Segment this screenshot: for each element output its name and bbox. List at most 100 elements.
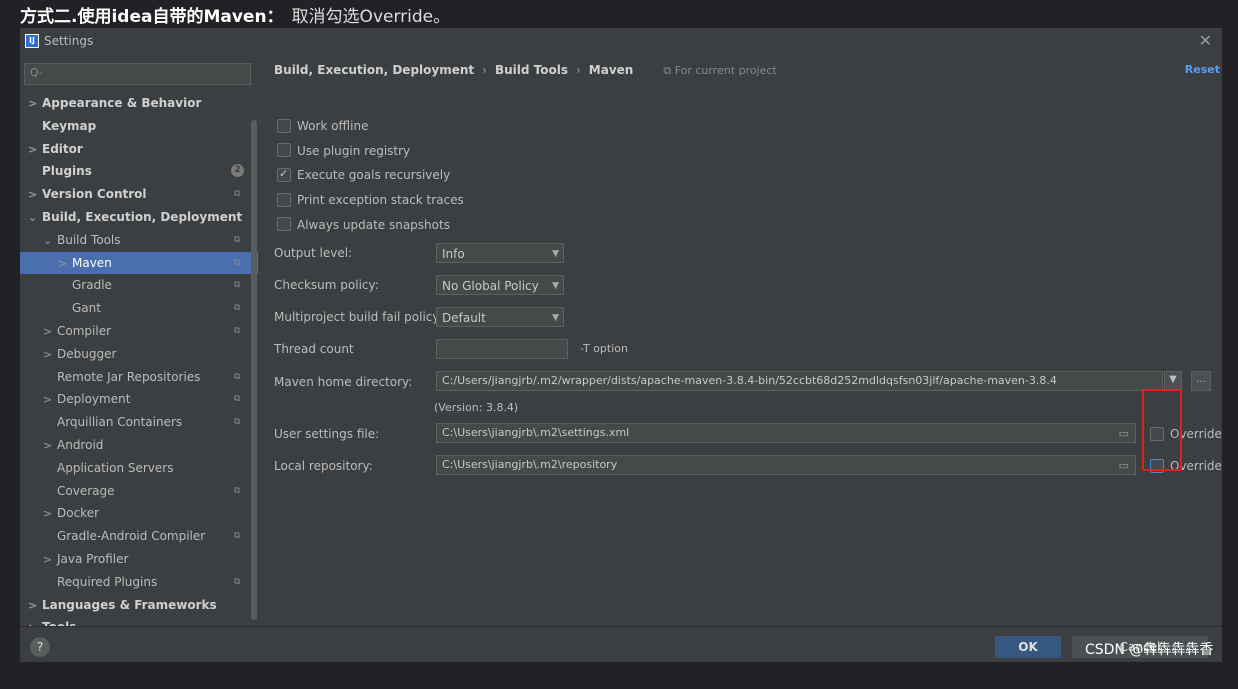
sidebar-item-languages-frameworks[interactable]: > Languages & Frameworks — [28, 594, 217, 616]
option-use-plugin-registry[interactable]: Use plugin registry — [277, 143, 410, 161]
thread-count-input[interactable] — [436, 339, 568, 359]
chevron-icon[interactable]: > — [28, 139, 42, 161]
checkbox[interactable] — [277, 143, 291, 158]
maven-home-label: Maven home directory: — [274, 375, 413, 389]
chevron-icon[interactable]: > — [28, 184, 42, 206]
sidebar-item-label: Required Plugins — [57, 574, 158, 589]
output-level-value: Info — [442, 247, 465, 261]
sidebar-item-label: Deployment — [57, 392, 131, 407]
project-scope-icon: ⧉ — [663, 64, 675, 77]
checkbox[interactable] — [277, 217, 291, 232]
folder-icon[interactable]: ▭ — [1119, 425, 1129, 442]
output-level-select[interactable]: Info ▼ — [436, 243, 564, 263]
chevron-icon[interactable]: > — [43, 321, 57, 343]
chevron-icon[interactable]: > — [28, 93, 42, 115]
sidebar-item-label: Version Control — [42, 187, 147, 202]
option-always-update-snapshots[interactable]: Always update snapshots — [277, 217, 450, 235]
sidebar-item-appearance-behavior[interactable]: > Appearance & Behavior — [28, 92, 201, 114]
folder-icon[interactable]: ▭ — [1119, 457, 1129, 474]
checksum-policy-label: Checksum policy: — [274, 278, 379, 292]
sidebar-item-label: Build Tools — [57, 232, 121, 247]
sidebar-item-version-control[interactable]: > Version Control — [28, 183, 147, 205]
chevron-icon[interactable]: ⌄ — [43, 230, 57, 252]
close-icon[interactable]: ✕ — [1199, 31, 1212, 50]
checkmark-icon: ✓ — [279, 166, 289, 180]
sidebar-item-gradle-android-compiler[interactable]: Gradle-Android Compiler — [43, 525, 205, 547]
project-scope-icon: ⧉ — [234, 394, 241, 405]
sidebar-item-gradle[interactable]: Gradle — [58, 274, 112, 296]
checkbox[interactable] — [277, 192, 291, 207]
chevron-down-icon: ▼ — [552, 281, 559, 291]
chevron-icon[interactable]: > — [43, 344, 57, 366]
sidebar-item-required-plugins[interactable]: Required Plugins — [43, 571, 157, 593]
local-repo-value: C:\Users\jiangjrb\.m2\repository — [442, 458, 618, 471]
help-button[interactable]: ? — [30, 637, 50, 657]
sidebar-item-label: Debugger — [57, 346, 117, 361]
user-settings-input[interactable]: C:\Users\jiangjrb\.m2\settings.xml ▭ — [436, 423, 1136, 443]
sidebar-item-tools[interactable]: >Tools — [28, 616, 76, 626]
sidebar-item-build-tools[interactable]: ⌄ Build Tools — [43, 229, 121, 251]
option-work-offline[interactable]: Work offline — [277, 118, 368, 136]
sidebar-item-java-profiler[interactable]: > Java Profiler — [43, 548, 128, 570]
caption-bold: 方式二.使用idea自带的Maven： — [20, 7, 284, 27]
chevron-icon[interactable]: > — [43, 503, 57, 525]
window-title: Settings — [44, 34, 94, 48]
user-settings-value: C:\Users\jiangjrb\.m2\settings.xml — [442, 426, 630, 439]
checksum-policy-select[interactable]: No Global Policy ▼ — [436, 275, 564, 295]
sidebar-item-compiler[interactable]: > Compiler — [43, 320, 111, 342]
chevron-icon[interactable]: > — [43, 435, 57, 457]
multiproject-select[interactable]: Default ▼ — [436, 307, 564, 327]
sidebar-item-debugger[interactable]: > Debugger — [43, 343, 116, 365]
sidebar-item-label: Docker — [57, 506, 100, 521]
sidebar-item-remote-jar-repositories[interactable]: Remote Jar Repositories — [43, 366, 200, 388]
override-highlight-box — [1142, 389, 1182, 471]
option-execute-goals-recursively[interactable]: ✓ Execute goals recursively — [277, 167, 450, 185]
search-icon: Q- — [30, 66, 43, 79]
option-print-exception-stack-traces[interactable]: Print exception stack traces — [277, 192, 464, 210]
ok-button[interactable]: OK — [995, 636, 1061, 658]
project-scope-icon: ⧉ — [234, 280, 241, 291]
local-repo-input[interactable]: C:\Users\jiangjrb\.m2\repository ▭ — [436, 455, 1136, 475]
sidebar-item-label: Gradle-Android Compiler — [57, 529, 206, 544]
sidebar-item-editor[interactable]: > Editor — [28, 138, 83, 160]
sidebar-item-gant[interactable]: Gant — [58, 297, 101, 319]
maven-home-browse-button[interactable]: ... — [1191, 371, 1211, 391]
chevron-icon[interactable]: > — [28, 595, 42, 617]
maven-home-dropdown-button[interactable]: ▼ — [1164, 371, 1182, 391]
chevron-down-icon: ▼ — [552, 313, 559, 323]
reset-link[interactable]: Reset — [1185, 63, 1220, 76]
sidebar-item-label: Maven — [72, 255, 112, 270]
thread-count-label: Thread count — [274, 342, 354, 356]
sidebar-item-label: Gradle — [72, 278, 112, 293]
chevron-icon[interactable]: > — [43, 549, 57, 571]
sidebar-item-coverage[interactable]: Coverage — [43, 480, 115, 502]
sidebar-item-deployment[interactable]: > Deployment — [43, 388, 130, 410]
maven-home-input[interactable]: C:/Users/jiangjrb/.m2/wrapper/dists/apac… — [436, 371, 1163, 391]
sidebar-item-label: Editor — [42, 141, 83, 156]
sidebar-item-label: Arquillian Containers — [57, 415, 183, 430]
project-scope-icon: ⧉ — [234, 485, 241, 496]
article-caption: 方式二.使用idea自带的Maven： 取消勾选Override。 — [20, 2, 450, 27]
checkbox-label: Use plugin registry — [297, 143, 411, 158]
sidebar-item-docker[interactable]: > Docker — [43, 502, 99, 524]
search-input[interactable]: Q- — [24, 63, 251, 85]
sidebar-item-application-servers[interactable]: Application Servers — [43, 457, 173, 479]
sidebar-item-android[interactable]: > Android — [43, 434, 103, 456]
sidebar-item-keymap[interactable]: Keymap — [28, 115, 96, 137]
caption-text: 取消勾选Override。 — [291, 7, 451, 27]
breadcrumb-separator: › — [482, 63, 487, 77]
project-scope-icon: ⧉ — [234, 576, 241, 587]
sidebar-item-maven[interactable]: > Maven — [58, 252, 112, 274]
chevron-icon[interactable]: > — [43, 389, 57, 411]
chevron-icon[interactable]: ⌄ — [28, 207, 42, 229]
multiproject-value: Default — [442, 311, 486, 325]
chevron-icon[interactable]: > — [28, 617, 42, 626]
checkbox[interactable] — [277, 118, 291, 133]
sidebar-item-arquillian-containers[interactable]: Arquillian Containers — [43, 411, 182, 433]
sidebar-item-plugins[interactable]: Plugins — [28, 160, 92, 182]
sidebar-item-build-execution-deployment[interactable]: ⌄ Build, Execution, Deployment — [28, 206, 242, 228]
sidebar-item-label: Compiler — [57, 324, 112, 338]
chevron-icon[interactable]: > — [58, 253, 72, 275]
checkbox[interactable]: ✓ — [277, 166, 291, 182]
sidebar-scrollbar[interactable] — [251, 120, 257, 620]
